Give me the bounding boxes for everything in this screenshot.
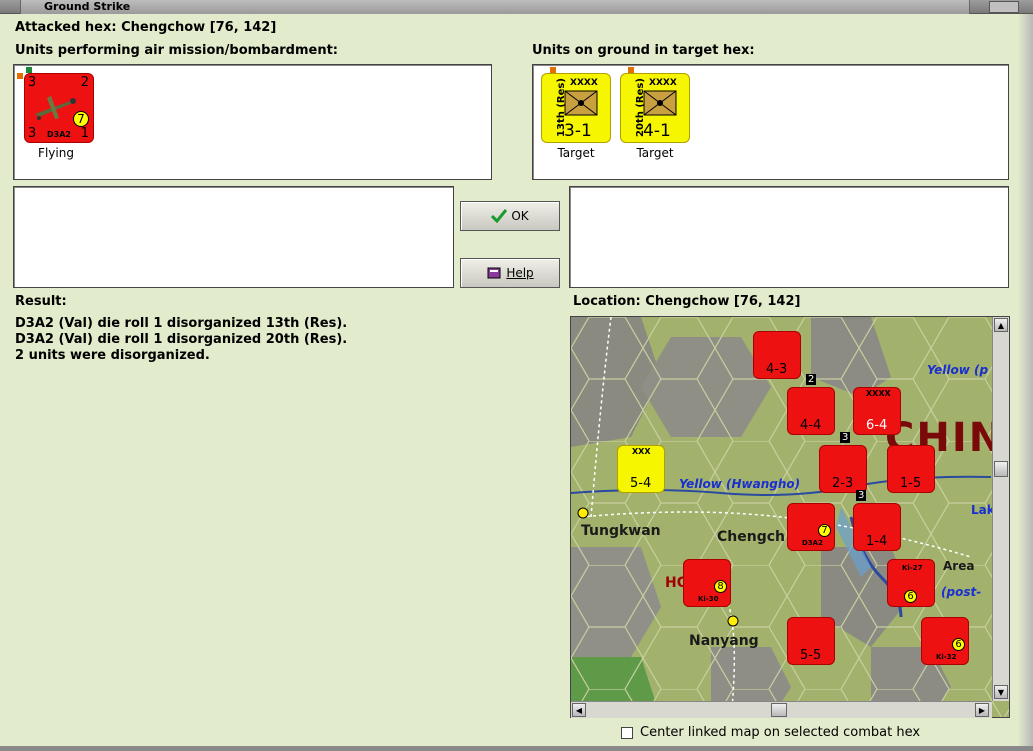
unit-strength: 4-1 bbox=[643, 121, 671, 141]
unit-caption: Target bbox=[636, 146, 674, 160]
map-unit-counter[interactable]: 1-5 bbox=[887, 445, 935, 493]
map-place-name: Area bbox=[943, 559, 975, 573]
map-horizontal-scrollbar[interactable]: ◀ ▶ bbox=[571, 701, 992, 718]
unit-size: XXXX bbox=[570, 78, 598, 88]
map-aircraft-counter[interactable]: Ki-32 6 bbox=[921, 617, 969, 665]
result-line: 2 units were disorganized. bbox=[15, 348, 210, 363]
unit-value: 3 bbox=[28, 75, 37, 90]
unit-type: D3A2 bbox=[47, 130, 71, 139]
map-unit-counter[interactable]: 3 1-4 bbox=[853, 490, 901, 551]
map-river-label: (post- bbox=[941, 585, 982, 599]
badge: 7 bbox=[818, 524, 831, 537]
unit-type: D3A2 bbox=[802, 539, 823, 547]
unit-strength: 4-4 bbox=[800, 418, 822, 433]
attacker-details-panel[interactable] bbox=[13, 186, 454, 288]
help-button-label: Help bbox=[506, 266, 534, 280]
scroll-left-arrow-icon[interactable]: ◀ bbox=[572, 703, 586, 717]
scroll-right-arrow-icon[interactable]: ▶ bbox=[975, 703, 989, 717]
scroll-thumb[interactable] bbox=[771, 703, 787, 717]
help-button[interactable]: Help bbox=[460, 258, 560, 288]
unit-value: 2 bbox=[80, 75, 89, 90]
result-line: D3A2 (Val) die roll 1 disorganized 20th … bbox=[15, 332, 348, 347]
window-close-button[interactable] bbox=[989, 1, 1019, 13]
map-place-name: Tungkwan bbox=[581, 523, 661, 539]
scroll-up-arrow-icon[interactable]: ▲ bbox=[994, 318, 1008, 332]
map-aircraft-counter[interactable]: Ki-27 6 bbox=[887, 559, 935, 607]
unit-caption: Flying bbox=[38, 146, 74, 160]
infantry-symbol-icon bbox=[643, 90, 677, 116]
result-line: D3A2 (Val) die roll 1 disorganized 13th … bbox=[15, 316, 348, 331]
air-units-label: Units performing air mission/bombardment… bbox=[15, 43, 339, 58]
air-units-panel[interactable]: 3 2 3 1 D3A2 7 Flying bbox=[13, 64, 492, 180]
center-map-checkbox[interactable] bbox=[621, 727, 633, 739]
attacked-hex-label: Attacked hex: Chengchow [76, 142] bbox=[15, 20, 277, 35]
scroll-down-arrow-icon[interactable]: ▼ bbox=[994, 685, 1008, 699]
infantry-symbol-icon bbox=[564, 90, 598, 116]
unit-strength: 5-5 bbox=[800, 648, 822, 663]
unit-type: Ki-27 bbox=[902, 564, 923, 572]
unit-type: Ki-30 bbox=[698, 595, 719, 603]
badge: 6 bbox=[952, 638, 965, 651]
ground-unit-counter[interactable]: 13th (Res) XXXX 3-1 bbox=[541, 73, 611, 143]
unit-type: Ki-32 bbox=[936, 653, 957, 661]
window-title: Ground Strike bbox=[44, 0, 131, 13]
dive-bomber-plane-icon bbox=[35, 96, 76, 120]
unit-size: XXXX bbox=[866, 389, 891, 398]
result-label: Result: bbox=[15, 294, 67, 309]
window-right-edge bbox=[1018, 14, 1033, 746]
unit-strength: 1-5 bbox=[900, 476, 922, 491]
ok-button-label: OK bbox=[511, 209, 529, 223]
unit-size: XXXX bbox=[649, 78, 677, 88]
unit-size: XXX bbox=[632, 447, 651, 456]
ground-unit-counter[interactable]: 20th (Res) XXXX 4-1 bbox=[620, 73, 690, 143]
ok-button[interactable]: OK bbox=[460, 201, 560, 231]
center-map-checkbox-label: Center linked map on selected combat hex bbox=[640, 725, 921, 740]
unit-strength: 2-3 bbox=[832, 476, 854, 491]
unit-caption: Target bbox=[557, 146, 595, 160]
linked-map[interactable]: Tungkwan Chengch Nanyang Area Lak HO Yel… bbox=[570, 316, 1010, 718]
map-place-name: Chengch bbox=[717, 529, 785, 545]
title-tab bbox=[20, 0, 970, 14]
map-aircraft-counter[interactable]: D3A2 7 bbox=[787, 503, 835, 551]
checkmark-icon bbox=[491, 209, 508, 223]
map-unit-counter[interactable]: XXX 5-4 bbox=[617, 445, 665, 493]
unit-strength: 5-4 bbox=[630, 476, 652, 491]
scroll-thumb[interactable] bbox=[994, 461, 1008, 477]
map-vertical-scrollbar[interactable]: ▲ ▼ bbox=[992, 317, 1009, 701]
unit-size: 3 bbox=[856, 490, 867, 501]
location-label: Location: Chengchow [76, 142] bbox=[573, 294, 801, 309]
window-bottom-edge bbox=[0, 746, 1033, 751]
map-aircraft-counter[interactable]: Ki-30 8 bbox=[683, 559, 731, 607]
unit-size: 3 bbox=[840, 432, 851, 443]
defender-details-panel[interactable] bbox=[569, 186, 1009, 288]
unit-size: 2 bbox=[806, 374, 817, 385]
unit-strength: 1-4 bbox=[866, 534, 888, 549]
status-pip bbox=[17, 73, 23, 79]
badge: 7 bbox=[73, 111, 89, 127]
map-river-label: Yellow (Hwangho) bbox=[679, 477, 801, 491]
window-titlebar[interactable]: Ground Strike bbox=[0, 0, 1033, 14]
map-unit-counter[interactable]: 4-3 bbox=[753, 331, 801, 379]
unit-strength: 6-4 bbox=[866, 418, 888, 433]
unit-strength: 3-1 bbox=[564, 121, 592, 141]
unit-value: 3 bbox=[28, 126, 37, 141]
air-unit-counter[interactable]: 3 2 3 1 D3A2 7 bbox=[24, 73, 94, 143]
unit-value: 1 bbox=[80, 126, 89, 141]
map-unit-counter[interactable]: 5-5 bbox=[787, 617, 835, 665]
badge: 6 bbox=[904, 590, 917, 603]
map-unit-counter[interactable]: 2 4-4 bbox=[787, 374, 835, 435]
help-book-icon bbox=[487, 267, 501, 279]
map-unit-counter[interactable]: XXXX 6-4 bbox=[853, 387, 901, 435]
unit-strength: 4-3 bbox=[766, 362, 788, 377]
map-river-label: Yellow (p bbox=[927, 363, 989, 377]
map-unit-counter[interactable]: 3 2-3 bbox=[819, 432, 867, 493]
ground-units-label: Units on ground in target hex: bbox=[532, 43, 755, 58]
ground-units-panel[interactable]: 13th (Res) XXXX 3-1 Target 20th (Res) XX… bbox=[532, 64, 1009, 180]
badge: 8 bbox=[714, 580, 727, 593]
map-place-name: Nanyang bbox=[689, 633, 759, 649]
